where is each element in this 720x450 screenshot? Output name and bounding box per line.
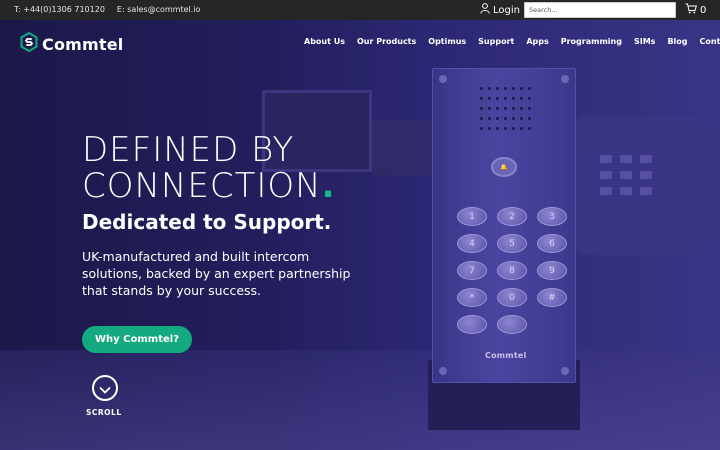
headline-line-1: DEFINED BY [82,130,295,170]
keypad-key: * [457,288,487,307]
main-nav: About Us Our Products Optimus Support Ap… [304,37,720,46]
nav-item-about-us[interactable]: About Us [304,37,345,46]
hero-subheadline: Dedicated to Support. [82,210,332,234]
hero-description: UK-manufactured and built intercom solut… [82,249,351,298]
nav-item-blog[interactable]: Blog [667,37,687,46]
nav-item-support[interactable]: Support [478,37,514,46]
background-monitor [372,120,432,175]
screw-icon [561,367,569,375]
keypad-key: 6 [537,234,567,253]
search-input[interactable] [524,2,676,18]
screw-icon [561,75,569,83]
headline-line-2-text: CONNECTION [82,166,322,206]
login-label: Login [493,4,520,16]
nav-item-apps[interactable]: Apps [526,37,548,46]
cart-icon [685,3,697,17]
keypad-key: 9 [537,261,567,280]
screw-icon [439,75,447,83]
scroll-label: SCROLL [86,408,122,417]
keypad-key: 8 [497,261,527,280]
headline-line-2: CONNECTION. [82,168,336,204]
hero-headline: DEFINED BY CONNECTION. [82,132,336,204]
nav-item-our-products[interactable]: Our Products [357,37,416,46]
background-desk-phone [570,115,720,255]
keypad-key: 7 [457,261,487,280]
headline-accent-dot: . [321,166,336,206]
keypad-key: 4 [457,234,487,253]
nav-item-sims[interactable]: SIMs [634,37,655,46]
keypad-key: 3 [537,207,567,226]
nav-item-programming[interactable]: Programming [561,37,622,46]
brand-name: Commtel [42,34,124,54]
user-icon [480,3,490,17]
intercom-brand-label: Commtel [485,351,527,360]
chevron-down-icon [99,379,111,398]
scroll-button[interactable] [92,375,118,401]
keypad-key: 1 [457,207,487,226]
top-utility-bar: T: +44(0)1306 710120 E: sales@commtel.io… [0,0,720,20]
keypad-key: 2 [497,207,527,226]
keypad-key: # [537,288,567,307]
cart-link[interactable]: 0 [685,3,706,17]
nav-item-optimus[interactable]: Optimus [428,37,466,46]
login-link[interactable]: Login [480,3,520,17]
hexagon-s-logo-icon [20,31,38,56]
cart-count: 0 [700,4,707,16]
keypad-key [457,315,487,334]
contact-info: T: +44(0)1306 710120 E: sales@commtel.io [14,5,200,14]
keypad-key: 0 [497,288,527,307]
keypad-key: 5 [497,234,527,253]
speaker-grille [478,87,532,135]
email-link[interactable]: E: sales@commtel.io [117,5,201,14]
why-commtel-button[interactable]: Why Commtel? [82,326,192,353]
phone-link[interactable]: T: +44(0)1306 710120 [14,5,105,14]
brand-logo[interactable]: Commtel [20,31,124,56]
keypad-key [497,315,527,334]
call-button-icon: 🔔 [491,157,517,177]
screw-icon [439,367,447,375]
keypad: 1 2 3 4 5 6 7 8 9 * 0 # [457,207,567,334]
intercom-panel-image: 🔔 1 2 3 4 5 6 7 8 9 * 0 # Commtel [432,68,576,383]
nav-item-contact[interactable]: Contact [700,37,720,46]
